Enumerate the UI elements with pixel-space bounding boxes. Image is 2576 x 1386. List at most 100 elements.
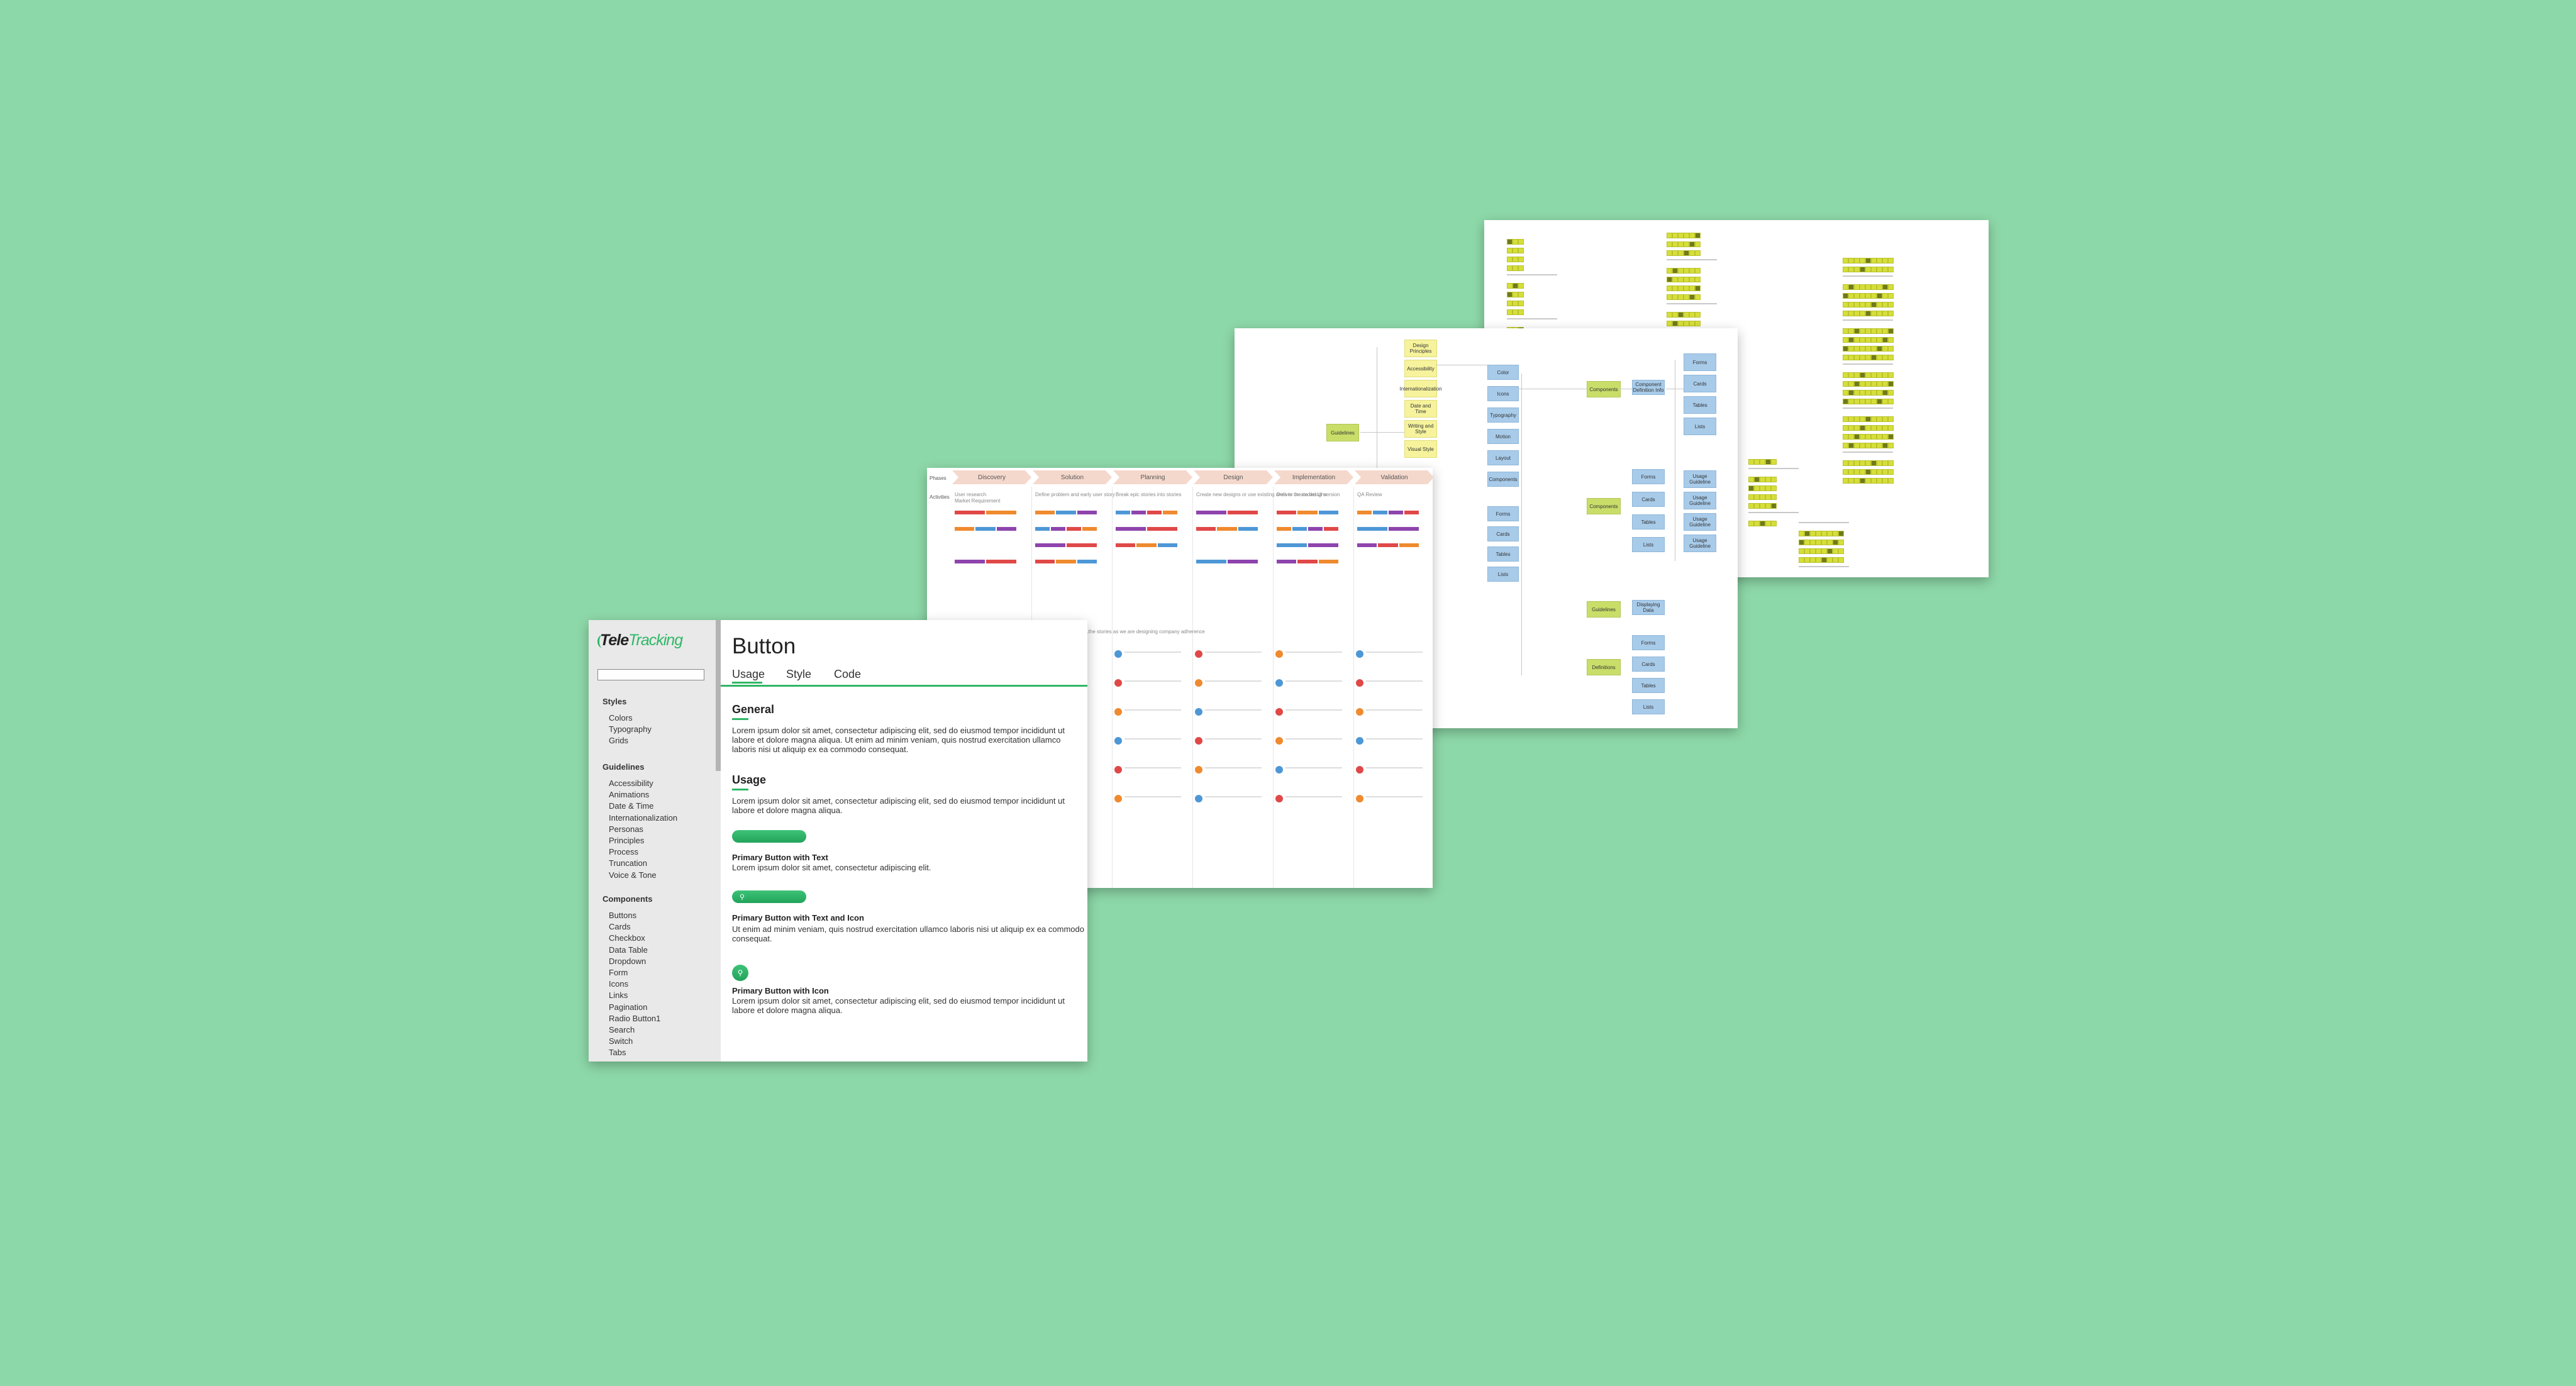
sticky-note bbox=[1848, 425, 1854, 431]
sticky-note bbox=[1513, 292, 1518, 297]
phase-3: Design bbox=[1194, 470, 1273, 484]
sidebar-item[interactable]: Truncation bbox=[609, 858, 647, 868]
board-text-line bbox=[1507, 274, 1557, 275]
sticky-note bbox=[1678, 312, 1684, 318]
sticky-note bbox=[1871, 284, 1877, 290]
sticky-note bbox=[1888, 311, 1894, 316]
sidebar-item[interactable]: Animations bbox=[609, 790, 649, 799]
tab-style[interactable]: Style bbox=[786, 668, 811, 681]
progress-bar-segment bbox=[1277, 527, 1291, 531]
sidebar-item[interactable]: Principles bbox=[609, 836, 644, 845]
sticky-note bbox=[1860, 311, 1865, 316]
sticky-note bbox=[1877, 416, 1882, 422]
sticky-note bbox=[1888, 416, 1894, 422]
map-node-blue: Tables bbox=[1684, 396, 1716, 414]
sidebar-item[interactable]: Links bbox=[609, 990, 628, 1000]
sidebar-item[interactable]: Search bbox=[609, 1025, 635, 1034]
sticky-note bbox=[1667, 321, 1672, 326]
column-divider bbox=[1192, 487, 1193, 888]
sticky-note bbox=[1865, 284, 1871, 290]
note-text-line bbox=[1205, 738, 1262, 740]
sidebar-item[interactable]: Form bbox=[609, 968, 628, 977]
status-dot-icon bbox=[1195, 766, 1202, 773]
sticky-note bbox=[1771, 521, 1777, 526]
sidebar-item[interactable]: Typography bbox=[609, 724, 652, 734]
status-dot-icon bbox=[1356, 708, 1363, 716]
sidebar-item[interactable]: Voice & Tone bbox=[609, 870, 657, 880]
sticky-note bbox=[1860, 372, 1865, 378]
sticky-note bbox=[1754, 477, 1760, 482]
phases-row-label: Phases bbox=[930, 475, 947, 481]
sidebar-item[interactable]: Data Table bbox=[609, 945, 648, 955]
sidebar-search-input[interactable] bbox=[597, 669, 704, 680]
sticky-note bbox=[1877, 258, 1882, 263]
sticky-note bbox=[1860, 258, 1865, 263]
sidebar-item[interactable]: Personas bbox=[609, 824, 643, 834]
sticky-note bbox=[1871, 328, 1877, 334]
sticky-note bbox=[1765, 521, 1771, 526]
sidebar-item[interactable]: Buttons bbox=[609, 911, 636, 920]
sidebar-scrollbar[interactable] bbox=[716, 620, 721, 771]
sticky-note bbox=[1877, 311, 1882, 316]
note-text-line bbox=[1285, 796, 1342, 797]
sticky-note bbox=[1672, 294, 1678, 300]
icon-only-button-example[interactable]: ⚲ bbox=[732, 965, 748, 981]
sidebar-item[interactable]: Date & Time bbox=[609, 801, 654, 811]
sticky-note bbox=[1865, 293, 1871, 299]
progress-bar-segment bbox=[1228, 511, 1258, 514]
primary-button-example[interactable] bbox=[732, 830, 806, 843]
sticky-note bbox=[1848, 469, 1854, 475]
tab-usage[interactable]: Usage bbox=[732, 668, 765, 681]
main-content: Button Usage Style Code General Lorem ip… bbox=[721, 620, 1087, 1062]
progress-bar-segment bbox=[1131, 511, 1146, 514]
map-node-blue: Layout bbox=[1487, 450, 1519, 465]
sticky-note bbox=[1871, 399, 1877, 404]
sidebar-item[interactable]: Internationalization bbox=[609, 813, 677, 823]
sidebar-item[interactable]: Checkbox bbox=[609, 933, 645, 943]
sidebar-item[interactable]: Process bbox=[609, 847, 638, 857]
sticky-note bbox=[1507, 301, 1513, 306]
progress-bar-segment bbox=[1056, 511, 1076, 514]
sticky-note bbox=[1689, 294, 1695, 300]
sticky-note bbox=[1888, 460, 1894, 466]
sticky-note bbox=[1672, 321, 1678, 326]
sticky-note bbox=[1507, 239, 1513, 245]
sticky-note bbox=[1871, 293, 1877, 299]
primary-icon-button-example[interactable]: ⚲ bbox=[732, 890, 806, 903]
sticky-note bbox=[1882, 328, 1888, 334]
phase-0: Discovery bbox=[952, 470, 1031, 484]
sticky-note bbox=[1860, 469, 1865, 475]
sticky-note bbox=[1816, 548, 1821, 554]
sticky-note bbox=[1804, 531, 1810, 536]
map-node-yellow: Accessibility bbox=[1404, 360, 1437, 377]
sidebar-item[interactable]: Pagination bbox=[609, 1002, 647, 1012]
progress-bar-segment bbox=[996, 527, 1016, 531]
active-tab-indicator bbox=[732, 682, 762, 684]
sidebar-item[interactable]: Grids bbox=[609, 736, 628, 745]
sticky-note bbox=[1754, 494, 1760, 500]
sticky-note bbox=[1518, 239, 1524, 245]
sidebar-item[interactable]: Radio Button1 bbox=[609, 1014, 660, 1023]
sidebar-item[interactable]: Accessibility bbox=[609, 779, 653, 788]
sticky-note bbox=[1848, 328, 1854, 334]
sticky-note bbox=[1843, 390, 1848, 396]
sticky-note bbox=[1865, 381, 1871, 387]
sidebar-item[interactable]: Switch bbox=[609, 1036, 633, 1046]
sticky-note bbox=[1678, 268, 1684, 274]
sticky-note bbox=[1678, 321, 1684, 326]
sidebar-item[interactable]: Dropdown bbox=[609, 956, 646, 966]
sticky-note bbox=[1871, 478, 1877, 484]
sticky-note bbox=[1865, 311, 1871, 316]
sticky-note bbox=[1871, 311, 1877, 316]
note-text-line bbox=[1124, 680, 1181, 682]
sticky-note bbox=[1827, 557, 1833, 563]
sidebar-item[interactable]: Icons bbox=[609, 979, 628, 989]
sticky-note bbox=[1888, 390, 1894, 396]
tab-code[interactable]: Code bbox=[834, 668, 861, 681]
sidebar: TeleTracking Styles Colors Typography Grids… bbox=[589, 620, 721, 1062]
sticky-note bbox=[1833, 531, 1838, 536]
sticky-note bbox=[1871, 443, 1877, 448]
sidebar-item[interactable]: Tabs bbox=[609, 1048, 626, 1057]
sidebar-item[interactable]: Cards bbox=[609, 922, 631, 931]
sidebar-item[interactable]: Colors bbox=[609, 713, 633, 723]
